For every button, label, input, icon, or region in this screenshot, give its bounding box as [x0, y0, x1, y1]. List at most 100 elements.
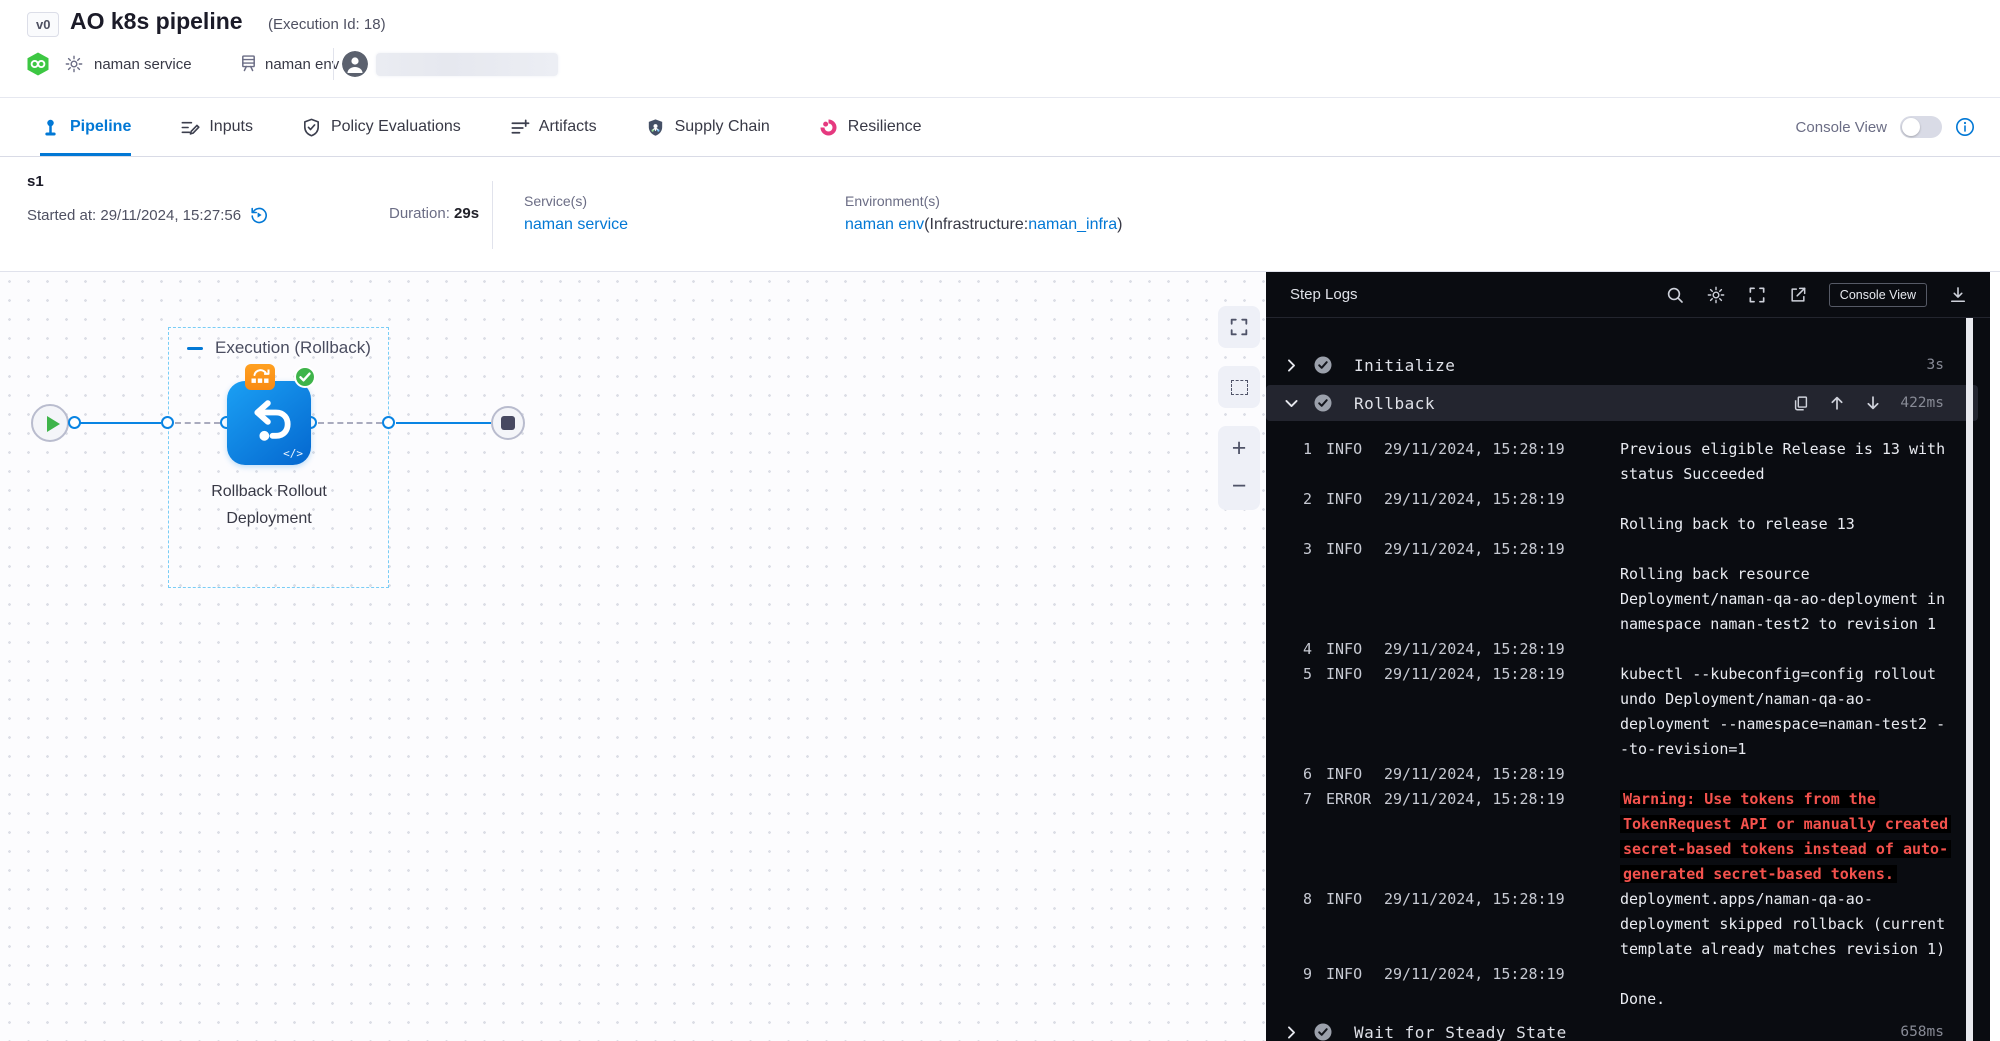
tab-pipeline[interactable]: Pipeline	[40, 98, 131, 156]
started-at-text: Started at: 29/11/2024, 15:27:56	[27, 207, 241, 224]
step-logs-title: Step Logs	[1290, 286, 1358, 303]
tab-list: Pipeline Inputs Policy Evaluations Artifact…	[0, 98, 922, 156]
tab-label: Policy Evaluations	[331, 118, 461, 136]
supply-chain-icon	[645, 117, 666, 138]
window-edge	[1990, 272, 2000, 1041]
environment-icon	[238, 53, 259, 74]
chevron-right-icon[interactable]	[1283, 357, 1300, 374]
pipeline-canvas[interactable]: Execution (Rollback) </>	[0, 272, 1266, 1041]
step-success-status-icon	[1313, 393, 1333, 413]
group-label: Execution (Rollback)	[215, 338, 371, 358]
fullscreen-icon[interactable]	[1747, 285, 1767, 305]
log-line: 6INFO29/11/2024, 15:28:19	[1266, 762, 1990, 787]
log-line: 8INFO29/11/2024, 15:28:19deployment.apps…	[1266, 887, 1990, 962]
step-success-icon	[294, 366, 316, 388]
page-title: AO k8s pipeline	[70, 8, 243, 35]
step-logs-header: Step Logs Console View	[1266, 272, 1990, 318]
log-line: 2INFO29/11/2024, 15:28:19 Rolling back t…	[1266, 487, 1990, 537]
tab-resilience[interactable]: Resilience	[818, 98, 922, 156]
pipeline-icon	[40, 117, 61, 138]
infrastructure-prefix: (Infrastructure:	[924, 216, 1028, 233]
step-success-status-icon	[1313, 355, 1333, 375]
tab-label: Inputs	[209, 118, 253, 136]
stage-divider	[492, 181, 493, 249]
rollback-rollout-badge-icon	[245, 364, 275, 390]
pipeline-end-node[interactable]	[491, 406, 525, 440]
pipeline-start-node[interactable]	[31, 404, 69, 442]
infrastructure-suffix: )	[1117, 216, 1122, 233]
edge-group-to-end	[396, 422, 491, 424]
tab-inputs[interactable]: Inputs	[179, 98, 253, 156]
user-avatar-icon	[342, 51, 368, 77]
log-line: 4INFO29/11/2024, 15:28:19	[1266, 637, 1990, 662]
stage-summary-bar: s1 Started at: 29/11/2024, 15:27:56 Dura…	[0, 157, 2000, 272]
marquee-select-button[interactable]	[1218, 366, 1260, 408]
log-section-initialize[interactable]: Initialize3s	[1266, 347, 1978, 383]
execution-subheader: naman service naman env	[0, 48, 2000, 82]
log-section-rollback[interactable]: Rollback422ms	[1266, 385, 1978, 421]
copy-logs-icon[interactable]	[1792, 394, 1810, 412]
policy-icon	[301, 117, 322, 138]
service-link[interactable]: naman service	[524, 216, 628, 234]
environments-label: Environment(s)	[845, 193, 1122, 209]
duration-value: 29s	[454, 205, 479, 222]
services-block: Service(s) naman service	[524, 193, 628, 234]
environments-block: Environment(s) naman env(Infrastructure:…	[845, 193, 1122, 234]
execution-history-icon[interactable]	[249, 205, 269, 225]
stop-icon	[501, 416, 515, 430]
step-logs-body: Initialize3sRollback422ms 1INFO29/11/2024…	[1266, 318, 1990, 1041]
section-duration: 3s	[1927, 357, 1944, 373]
log-scrollbar[interactable]	[1966, 318, 1973, 1041]
log-line: 5INFO29/11/2024, 15:28:19kubectl --kubec…	[1266, 662, 1990, 762]
info-icon[interactable]	[1955, 117, 1975, 137]
tab-artifacts[interactable]: Artifacts	[509, 98, 597, 156]
tab-policy-evaluations[interactable]: Policy Evaluations	[301, 98, 461, 156]
search-icon[interactable]	[1665, 285, 1685, 305]
inputs-icon	[179, 117, 200, 138]
chevron-down-icon[interactable]	[1283, 395, 1300, 412]
execution-id: (Execution Id: 18)	[268, 16, 386, 33]
log-line: 7ERROR29/11/2024, 15:28:19Warning: Use t…	[1266, 787, 1990, 887]
collapse-group-icon[interactable]	[187, 347, 203, 350]
gear-icon	[64, 54, 84, 74]
artifacts-icon	[509, 117, 530, 138]
toggle-knob	[1902, 118, 1920, 136]
log-line: 3INFO29/11/2024, 15:28:19 Rolling back r…	[1266, 537, 1990, 637]
log-section-wait-for-steady-state[interactable]: Wait for Steady State658ms	[1266, 1014, 1978, 1041]
tab-label: Supply Chain	[675, 118, 770, 136]
environment-link[interactable]: naman env	[845, 216, 924, 234]
log-section-title: Wait for Steady State	[1354, 1023, 1567, 1041]
scroll-up-icon[interactable]	[1828, 394, 1846, 412]
play-icon	[47, 416, 60, 432]
log-settings-gear-icon[interactable]	[1706, 285, 1726, 305]
tab-supply-chain[interactable]: Supply Chain	[645, 98, 770, 156]
fit-view-button[interactable]	[1218, 306, 1260, 348]
services-label: Service(s)	[524, 193, 628, 209]
scroll-down-icon[interactable]	[1864, 394, 1882, 412]
pipeline-execution-page: v0 AO k8s pipeline (Execution Id: 18) na…	[0, 0, 2000, 1041]
download-logs-icon[interactable]	[1948, 285, 1968, 305]
step-success-status-icon	[1313, 1022, 1333, 1041]
zoom-controls: + −	[1218, 426, 1260, 510]
stage-started: Started at: 29/11/2024, 15:27:56	[27, 205, 269, 225]
rollback-rollout-deployment-step[interactable]: </>	[227, 381, 311, 465]
log-lines: 1INFO29/11/2024, 15:28:19Previous eligib…	[1266, 423, 1990, 1012]
version-badge: v0	[27, 12, 59, 37]
log-line: 9INFO29/11/2024, 15:28:19 Done.	[1266, 962, 1990, 1012]
open-in-new-icon[interactable]	[1788, 285, 1808, 305]
execution-header: v0 AO k8s pipeline (Execution Id: 18) na…	[0, 0, 2000, 98]
console-view-label: Console View	[1796, 119, 1887, 136]
zoom-out-button[interactable]: −	[1218, 472, 1260, 501]
log-section-title: Rollback	[1354, 394, 1435, 413]
step-node-label: Rollback Rollout Deployment	[179, 478, 359, 532]
chevron-right-icon[interactable]	[1283, 1024, 1300, 1041]
marquee-icon	[1231, 380, 1248, 395]
console-view-button[interactable]: Console View	[1829, 283, 1927, 307]
zoom-in-button[interactable]: +	[1218, 434, 1260, 463]
console-view-toggle[interactable]	[1900, 116, 1942, 138]
infrastructure-link[interactable]: naman_infra	[1028, 216, 1117, 234]
connector-dot	[382, 416, 395, 429]
log-line: 1INFO29/11/2024, 15:28:19Previous eligib…	[1266, 437, 1990, 487]
header-environment-name: naman env	[265, 56, 339, 73]
connector-dot	[68, 416, 81, 429]
